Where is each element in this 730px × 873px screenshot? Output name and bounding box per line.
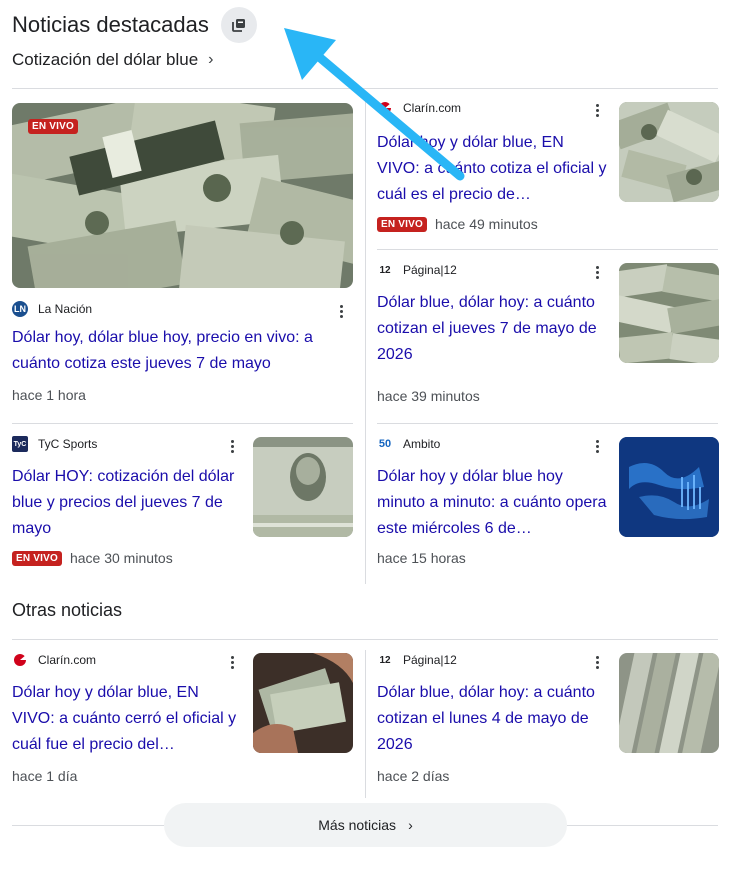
story-time: hace 15 horas	[377, 550, 466, 566]
live-badge: EN VIVO	[377, 216, 427, 232]
featured-image: EN VIVO	[12, 103, 353, 288]
more-options-icon[interactable]	[596, 266, 600, 282]
more-options-icon[interactable]	[231, 440, 235, 456]
story-card[interactable]: 50 Ambito Dólar hoy y dólar blue hoy min…	[377, 436, 719, 576]
more-options-icon[interactable]	[596, 440, 600, 456]
story-time: hace 2 días	[377, 768, 450, 784]
story-card[interactable]: Clarín.com Dólar hoy y dólar blue, EN VI…	[12, 652, 353, 792]
story-time: EN VIVO hace 49 minutos	[377, 216, 718, 232]
story-headline[interactable]: Dólar blue, dólar hoy: a cuánto cotizan …	[377, 680, 607, 758]
story-time: hace 1 hora	[12, 387, 86, 403]
story-headline[interactable]: Dólar hoy, dólar blue hoy, precio en viv…	[12, 325, 353, 377]
more-news-button[interactable]: Más noticias ›	[164, 803, 567, 847]
story-thumbnail	[619, 437, 719, 537]
la-nacion-logo-icon: LN	[12, 301, 28, 317]
more-options-icon[interactable]	[596, 656, 600, 672]
topic-label: Cotización del dólar blue	[12, 50, 199, 69]
story-time: hace 39 minutos	[377, 388, 480, 404]
more-options-icon[interactable]	[596, 104, 600, 120]
more-options-icon[interactable]	[340, 305, 344, 321]
live-badge: EN VIVO	[12, 550, 62, 566]
clarin-logo-icon	[377, 100, 393, 116]
story-headline[interactable]: Dólar hoy y dólar blue, EN VIVO: a cuánt…	[377, 130, 607, 208]
page-title: Noticias destacadas	[12, 12, 209, 37]
divider	[12, 88, 718, 89]
story-source: LN La Nación	[12, 301, 93, 317]
clarin-logo-icon	[12, 652, 28, 668]
header: Noticias destacadas	[12, 7, 257, 43]
featured-story[interactable]: EN VIVO LN La Nación Dólar hoy, dólar bl…	[12, 103, 353, 403]
divider	[377, 249, 718, 250]
chevron-right-icon: ›	[208, 51, 214, 68]
section-title: Otras noticias	[12, 600, 123, 620]
divider	[12, 825, 164, 826]
story-time: hace 1 día	[12, 768, 78, 784]
story-headline[interactable]: Dólar hoy y dólar blue hoy minuto a minu…	[377, 464, 607, 542]
story-thumbnail	[619, 653, 719, 753]
stack-icon[interactable]	[220, 7, 257, 43]
ambito-logo-icon: 50	[378, 438, 392, 450]
story-time: EN VIVO hace 30 minutos	[12, 550, 353, 566]
divider	[12, 423, 353, 424]
story-headline[interactable]: Dólar HOY: cotización del dólar blue y p…	[12, 464, 237, 542]
story-headline[interactable]: Dólar hoy y dólar blue, EN VIVO: a cuánt…	[12, 680, 244, 758]
more-options-icon[interactable]	[231, 656, 235, 672]
column-divider	[365, 650, 366, 798]
pagina12-logo-icon: 12	[379, 264, 391, 276]
story-thumbnail	[619, 102, 719, 202]
story-thumbnail	[253, 437, 353, 537]
divider	[567, 825, 718, 826]
story-card[interactable]: 12 Página|12 Dólar blue, dólar hoy: a cu…	[377, 262, 719, 412]
story-card[interactable]: 12 Página|12 Dólar blue, dólar hoy: a cu…	[377, 652, 719, 792]
column-divider	[365, 98, 366, 584]
live-badge: EN VIVO	[28, 119, 78, 134]
chevron-right-icon: ›	[408, 817, 413, 833]
pagina12-logo-icon: 12	[379, 654, 391, 666]
divider	[12, 639, 718, 640]
more-news-label: Más noticias	[318, 817, 397, 833]
story-card[interactable]: TyC TyC Sports Dólar HOY: cotización del…	[12, 436, 353, 576]
story-headline[interactable]: Dólar blue, dólar hoy: a cuánto cotizan …	[377, 290, 607, 368]
story-card[interactable]: Clarín.com Dólar hoy y dólar blue, EN VI…	[377, 100, 719, 240]
story-thumbnail	[253, 653, 353, 753]
story-thumbnail	[619, 263, 719, 363]
topic-link[interactable]: Cotización del dólar blue ›	[12, 50, 214, 70]
divider	[377, 423, 718, 424]
tyc-sports-logo-icon: TyC	[12, 436, 28, 452]
